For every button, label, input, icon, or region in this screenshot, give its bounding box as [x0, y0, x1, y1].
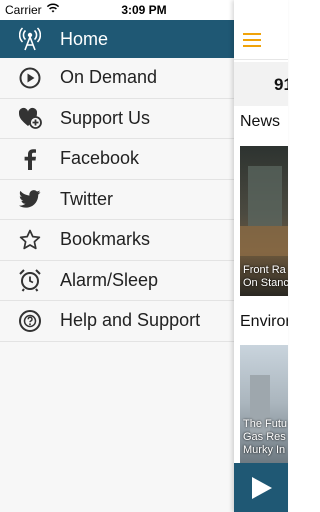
- star-icon: [0, 229, 60, 251]
- caption-line: The Futu: [243, 418, 288, 430]
- menu-item-help-support[interactable]: Help and Support: [0, 301, 234, 342]
- menu-item-twitter[interactable]: Twitter: [0, 180, 234, 220]
- menu-item-on-demand[interactable]: On Demand: [0, 58, 234, 99]
- heart-plus-icon: [0, 107, 60, 130]
- environment-card[interactable]: The Futu Gas Res Murky In: [240, 345, 288, 463]
- alarm-clock-icon: [0, 268, 60, 292]
- main-content: 91 News Front Ra On Stanc Environ The Fu…: [234, 0, 288, 512]
- menu-item-label: Home: [60, 28, 109, 49]
- menu-item-label: Twitter: [60, 188, 114, 209]
- station-name: 91: [274, 75, 288, 94]
- caption-line: Murky In: [243, 444, 286, 456]
- play-icon[interactable]: [252, 477, 272, 499]
- station-banner: 91: [234, 62, 288, 106]
- news-card[interactable]: Front Ra On Stanc: [240, 146, 288, 296]
- menu-item-alarm-sleep[interactable]: Alarm/Sleep: [0, 261, 234, 301]
- caption-line: Gas Res: [243, 431, 286, 443]
- hamburger-menu-icon[interactable]: [243, 33, 261, 47]
- antenna-icon: [0, 27, 60, 51]
- section-title-environment: Environ: [240, 313, 288, 330]
- menu-item-label: Alarm/Sleep: [60, 269, 159, 290]
- menu-item-label: On Demand: [60, 67, 158, 88]
- caption-line: On Stanc: [243, 277, 288, 289]
- menu-item-facebook[interactable]: Facebook: [0, 139, 234, 180]
- side-menu: Home On Demand Support Us Facebook Twitt…: [0, 20, 234, 512]
- menu-item-support-us[interactable]: Support Us: [0, 99, 234, 139]
- caption-line: Front Ra: [243, 264, 286, 276]
- section-title-news: News: [240, 113, 281, 130]
- play-circle-icon: [0, 67, 60, 89]
- menu-item-label: Help and Support: [60, 310, 201, 331]
- environment-card-caption: The Futu Gas Res Murky In: [243, 418, 287, 457]
- menu-item-home[interactable]: Home: [0, 20, 234, 58]
- menu-item-bookmarks[interactable]: Bookmarks: [0, 220, 234, 261]
- menu-item-label: Facebook: [60, 148, 140, 169]
- audio-player-bar: [234, 463, 288, 512]
- menu-item-label: Bookmarks: [60, 229, 151, 250]
- twitter-icon: [0, 190, 60, 208]
- facebook-icon: [0, 148, 60, 170]
- top-nav-bar: [234, 20, 288, 60]
- menu-item-label: Support Us: [60, 107, 151, 128]
- help-icon: [0, 309, 60, 333]
- news-card-caption: Front Ra On Stanc: [243, 264, 288, 290]
